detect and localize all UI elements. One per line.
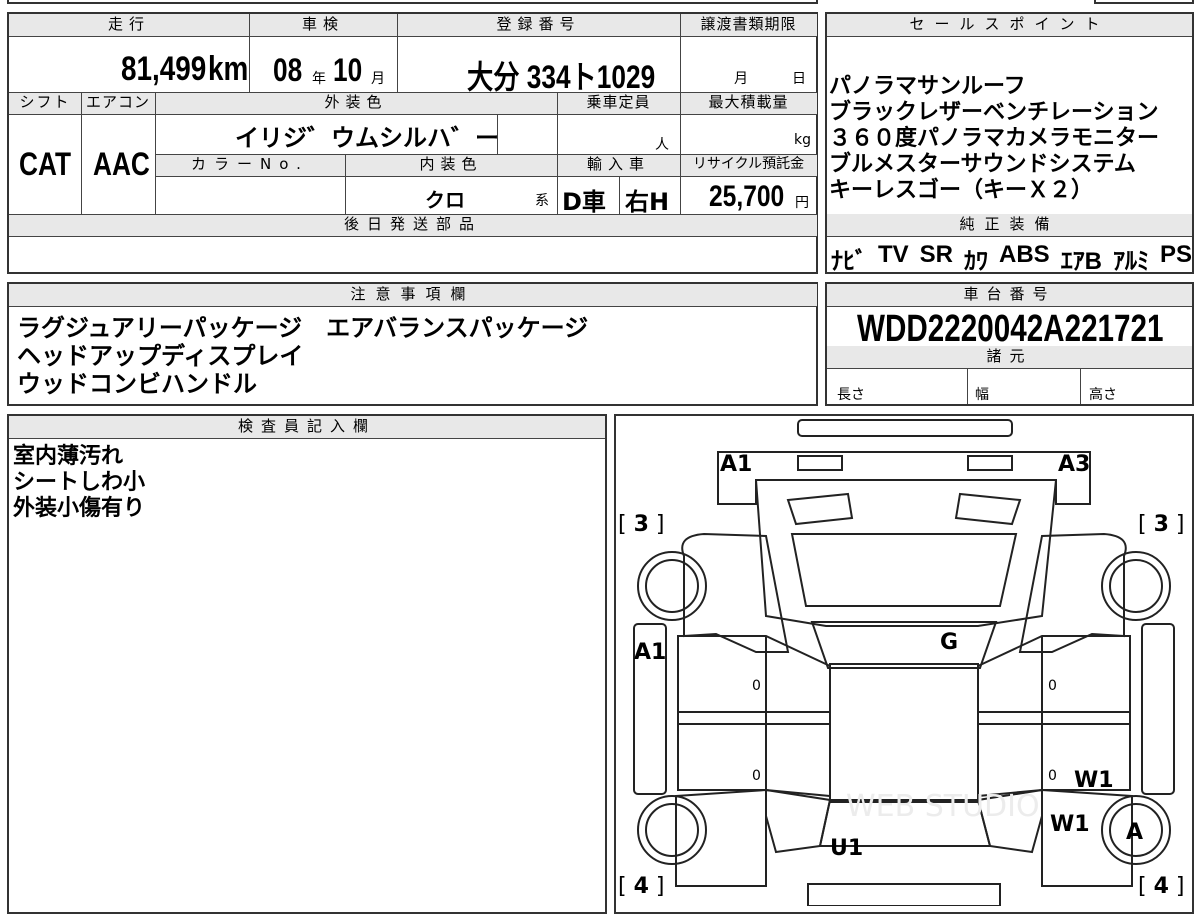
- deadline-month-unit: 月: [734, 71, 748, 87]
- recycle-value: 25,700: [709, 180, 785, 213]
- capacity-unit: 人: [655, 137, 669, 153]
- zero-mark: 0: [1048, 768, 1057, 784]
- header-recycle: リサイクル預託金: [680, 154, 817, 176]
- deadline-value: 月 日: [680, 38, 817, 100]
- mark-front-left: A1: [720, 452, 753, 477]
- header-shift: シフト: [9, 92, 81, 114]
- inspector-line: 室内薄汚れ: [13, 444, 124, 469]
- length-label: 長さ: [837, 387, 865, 403]
- inspection-year: 08: [273, 52, 303, 88]
- mark-right-wheel: W1: [1050, 812, 1090, 837]
- inspector-line: シートしわ小: [13, 470, 146, 495]
- header-exterior-color: 外装色: [155, 92, 557, 114]
- tire-front-right: [ 3 ]: [1138, 512, 1185, 537]
- header-max-load: 最大積載量: [680, 92, 817, 114]
- vehicle-info-table: 走行 車検 登録番号 譲渡書類期限 81,499 km 08 年 10 月 大分…: [7, 12, 818, 274]
- steering-value: 右H: [625, 188, 670, 216]
- header-registration: 登録番号: [397, 14, 680, 36]
- shift-value: CAT: [19, 146, 71, 182]
- mark-roof: G: [940, 630, 959, 655]
- inspector-header: 検査員記入欄: [9, 416, 605, 438]
- watermark: WEB STUDIO: [846, 789, 1040, 824]
- mark-right-rear-wheel: A: [1126, 820, 1144, 845]
- mileage-unit: km: [208, 50, 249, 88]
- height-label: 高さ: [1089, 387, 1117, 403]
- header-capacity: 乗車定員: [557, 92, 680, 114]
- width-label: 幅: [975, 387, 989, 403]
- inspection-value: 08 年 10 月: [249, 38, 397, 100]
- equipment-tv: TV: [878, 241, 909, 268]
- notes-line: ラグジュアリーパッケージ エアバランスパッケージ: [17, 314, 589, 342]
- chassis-header: 車台番号: [827, 284, 1192, 306]
- header-transfer-deadline: 譲渡書類期限: [680, 14, 817, 36]
- sales-points-panel: セールスポイント パノラマサンルーフ ブラックレザーベンチレーション ３６０度パ…: [825, 12, 1194, 275]
- equipment-sr: SR: [919, 241, 954, 268]
- tire-front-left: [ 3 ]: [618, 512, 665, 537]
- inspector-line: 外装小傷有り: [13, 496, 146, 521]
- mark-rear: U1: [830, 836, 864, 861]
- sales-point-item: ３６０度パノラマカメラモニター: [829, 126, 1160, 151]
- header-interior-color: 内装色: [345, 154, 557, 176]
- equipment-airbag: ｴｱB: [1060, 248, 1103, 275]
- sales-points-header: セールスポイント: [827, 14, 1192, 36]
- header-inspection: 車検: [249, 14, 397, 36]
- top-right-cut-strip: [1094, 0, 1194, 4]
- notes-line: ウッドコンビハンドル: [17, 370, 257, 398]
- header-later-parts: 後日発送部品: [9, 214, 817, 236]
- header-aircon: エアコン: [81, 92, 155, 114]
- car-outline: WEB STUDIO: [633, 419, 1175, 906]
- interior-color-suffix: 系: [535, 193, 549, 209]
- notes-line: ヘッドアップディスプレイ: [17, 342, 304, 370]
- chassis-panel: 車台番号 WDD2220042A221721 諸元 長さ 幅 高さ: [825, 282, 1194, 406]
- equipment-abs: ABS: [999, 241, 1050, 268]
- notes-header: 注意事項欄: [9, 284, 817, 306]
- car-damage-diagram: WEB STUDIO A1 A3 A1 G W1 W1 A U1 [ 3 ] […: [614, 414, 1194, 914]
- load-unit: kg: [794, 132, 811, 148]
- recycle-unit: 円: [795, 195, 809, 211]
- mark-left-side: A1: [634, 640, 667, 665]
- equipment-nav: ﾅﾋﾞ: [831, 248, 867, 275]
- zero-mark: 0: [752, 768, 761, 784]
- tire-rear-right: [ 4 ]: [1138, 874, 1185, 899]
- zero-mark: 0: [1048, 678, 1057, 694]
- mark-right-side: W1: [1074, 768, 1114, 793]
- top-cut-strip: [7, 0, 818, 4]
- chassis-number: WDD2220042A221721: [857, 308, 1164, 350]
- interior-color-value: クロ: [425, 188, 465, 212]
- equipment-leather: ｶﾜ: [964, 248, 989, 275]
- import-value: D車: [562, 188, 606, 216]
- registration-value: 大分 334ト1029: [397, 38, 680, 100]
- zero-mark: 0: [752, 678, 761, 694]
- notes-panel: 注意事項欄 ラグジュアリーパッケージ エアバランスパッケージ ヘッドアップディス…: [7, 282, 818, 406]
- mileage-value: 81,499 km: [9, 38, 249, 100]
- sales-point-item: ブルメスターサウンドシステム: [829, 152, 1136, 177]
- specs-header: 諸元: [827, 346, 1192, 368]
- sales-point-item: ブラックレザーベンチレーション: [829, 100, 1159, 125]
- exterior-color-value: イリジ゛ウムシルハ゛ー: [235, 124, 499, 152]
- year-unit: 年: [312, 71, 326, 87]
- sales-point-item: パノラマサンルーフ: [829, 74, 1026, 99]
- tire-rear-left: [ 4 ]: [618, 874, 665, 899]
- header-color-no: カラーNo.: [155, 154, 345, 176]
- mileage-number: 81,499: [121, 50, 207, 88]
- inspection-month: 10: [333, 52, 363, 88]
- equipment-list: ﾅﾋﾞ TV SR ｶﾜ ABS ｴｱB ｱﾙﾐ PS PW: [831, 241, 1193, 275]
- month-unit: 月: [371, 71, 385, 87]
- header-mileage: 走行: [9, 14, 249, 36]
- sales-point-item: キーレスゴー（キーＸ２）: [829, 178, 1094, 203]
- mark-front-right: A3: [1058, 452, 1091, 477]
- header-import: 輸入車: [557, 154, 680, 176]
- deadline-day-unit: 日: [792, 71, 806, 87]
- equipment-ps: PS: [1160, 241, 1193, 268]
- equipment-alloy: ｱﾙﾐ: [1113, 248, 1150, 275]
- equipment-header: 純正装備: [827, 214, 1192, 236]
- aircon-value: AAC: [93, 146, 150, 182]
- inspector-panel: 検査員記入欄 室内薄汚れ シートしわ小 外装小傷有り: [7, 414, 607, 914]
